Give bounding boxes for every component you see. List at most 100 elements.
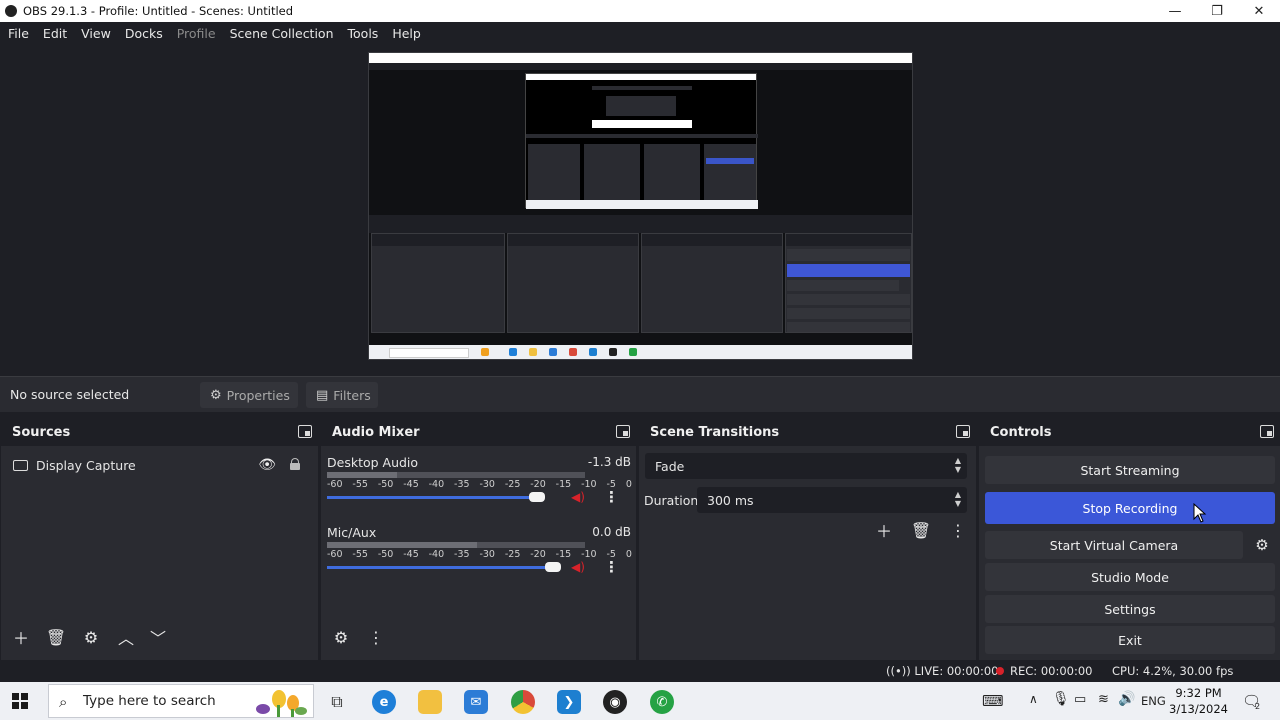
sources-title: Sources	[12, 424, 71, 440]
volume-slider[interactable]	[327, 562, 561, 572]
more-options-icon[interactable]: ⋮	[604, 488, 619, 506]
mail-icon[interactable]: ✉	[464, 690, 488, 714]
taskbar-clock[interactable]: 9:32 PM 3/13/2024	[1169, 685, 1228, 717]
scene-transitions-title: Scene Transitions	[650, 424, 780, 440]
edge-browser-icon[interactable]: e	[372, 690, 396, 714]
language-indicator[interactable]: ENG	[1141, 694, 1166, 708]
properties-label: Properties	[226, 387, 290, 403]
gear-icon: ⚙	[210, 387, 222, 403]
duration-spinbox[interactable]: 300 ms ▲ ▼	[697, 487, 967, 513]
start-virtual-camera-button[interactable]: Start Virtual Camera	[985, 531, 1243, 559]
menu-scene-collection[interactable]: Scene Collection	[224, 26, 340, 41]
file-explorer-icon[interactable]	[418, 690, 442, 714]
remove-transition-button[interactable]: 🗑	[906, 517, 936, 543]
meter-tick-label: -35	[454, 549, 470, 560]
start-streaming-button[interactable]: Start Streaming	[985, 456, 1275, 484]
menu-view[interactable]: View	[75, 26, 117, 41]
virtual-camera-settings-button[interactable]: ⚙	[1247, 531, 1277, 559]
meter-tick-label: -35	[454, 479, 470, 490]
vscode-icon[interactable]: ❯	[557, 690, 581, 714]
trash-icon: 🗑	[45, 627, 67, 647]
add-transition-button[interactable]: ＋	[869, 517, 899, 543]
more-options-icon[interactable]: ⋮	[604, 558, 619, 576]
eye-icon[interactable]: 👁	[258, 457, 276, 473]
move-down-button[interactable]: ﹀	[143, 624, 173, 650]
task-view-icon[interactable]: ⧉	[325, 690, 349, 714]
studio-mode-button[interactable]: Studio Mode	[985, 563, 1275, 591]
status-bar: ((•)) LIVE: 00:00:00 REC: 00:00:00 CPU: …	[0, 660, 1280, 682]
meter-tick-label: -25	[504, 549, 521, 560]
meter-tick-label: -45	[403, 479, 419, 490]
undock-icon[interactable]	[956, 425, 970, 438]
source-item[interactable]: Display Capture 👁	[1, 454, 318, 476]
volume-slider[interactable]	[327, 492, 545, 502]
spin-arrows-icon[interactable]: ▲ ▼	[955, 490, 961, 508]
menu-edit[interactable]: Edit	[37, 26, 73, 41]
windows-start-icon[interactable]	[12, 693, 28, 709]
menu-tools[interactable]: Tools	[342, 26, 385, 41]
source-properties-button[interactable]: ⚙	[76, 624, 106, 650]
meter-tick-label: 0	[625, 479, 632, 490]
slider-thumb[interactable]	[545, 562, 561, 572]
audio-mixer-dock: Audio Mixer Desktop Audio -1.3 dB -60 -55…	[320, 418, 636, 660]
menu-help[interactable]: Help	[386, 26, 427, 41]
add-source-button[interactable]: ＋	[6, 624, 36, 650]
clock-date: 3/13/2024	[1169, 702, 1228, 716]
speaker-muted-icon[interactable]: ◀)	[571, 560, 585, 574]
menu-profile[interactable]: Profile	[171, 26, 222, 41]
slider-thumb[interactable]	[528, 492, 545, 502]
speaker-muted-icon[interactable]: ◀)	[571, 490, 585, 504]
clock-time: 9:32 PM	[1175, 686, 1222, 700]
obs-taskbar-icon[interactable]: ◉	[603, 690, 627, 714]
battery-icon[interactable]: ▭	[1074, 692, 1086, 707]
properties-button[interactable]: ⚙ Properties	[200, 382, 298, 408]
meter-tick-label: -50	[377, 479, 394, 490]
advanced-audio-button[interactable]: ⚙	[326, 624, 356, 650]
taskbar-search-box[interactable]: ⌕ Type here to search	[48, 684, 314, 718]
minimize-button[interactable]: —	[1154, 0, 1196, 22]
whatsapp-icon[interactable]: ✆	[650, 690, 674, 714]
move-up-button[interactable]: ︿	[111, 624, 141, 650]
wifi-icon[interactable]: ≋	[1098, 692, 1109, 707]
filters-label: Filters	[333, 387, 371, 403]
keyboard-icon[interactable]: ⌨	[982, 692, 1004, 710]
undock-icon[interactable]	[616, 425, 630, 438]
source-name: Display Capture	[36, 457, 136, 473]
gear-icon: ⚙	[83, 627, 99, 647]
filters-button[interactable]: ▤ Filters	[306, 382, 378, 408]
menu-docks[interactable]: Docks	[119, 26, 169, 41]
microphone-icon[interactable]: 🎙	[1052, 691, 1070, 707]
gears-icon: ⚙	[333, 627, 349, 647]
notification-count: 2	[1255, 702, 1261, 711]
channel-name: Mic/Aux	[327, 525, 377, 540]
exit-button[interactable]: Exit	[985, 626, 1275, 654]
duration-label: Duration	[644, 493, 699, 508]
undock-icon[interactable]	[1260, 425, 1274, 438]
remove-source-button[interactable]: 🗑	[41, 624, 71, 650]
record-dot-icon	[996, 667, 1004, 675]
channel-name: Desktop Audio	[327, 455, 419, 470]
transition-menu-button[interactable]: ⋮	[943, 517, 973, 543]
chevron-up-icon[interactable]: ∧	[1029, 692, 1038, 706]
preview-canvas[interactable]	[368, 52, 913, 360]
volume-icon[interactable]: 🔊	[1118, 691, 1135, 707]
mixer-menu-button[interactable]: ⋮	[361, 624, 391, 650]
transition-select[interactable]: Fade ▲ ▼	[645, 453, 967, 479]
chrome-browser-icon[interactable]	[511, 690, 535, 714]
search-placeholder: Type here to search	[83, 693, 216, 709]
volume-meter	[327, 542, 585, 548]
controls-title: Controls	[990, 424, 1052, 440]
close-button[interactable]: ✕	[1238, 0, 1280, 22]
meter-tick-label: -40	[428, 549, 445, 560]
menu-file[interactable]: File	[2, 26, 35, 41]
undock-icon[interactable]	[298, 425, 312, 438]
meter-tick-label: -25	[504, 479, 521, 490]
settings-button[interactable]: Settings	[985, 595, 1275, 623]
lock-icon[interactable]	[290, 458, 300, 470]
meter-tick-label: 0	[625, 549, 632, 560]
gear-icon: ⚙	[1255, 536, 1269, 554]
mouse-cursor-icon	[1193, 503, 1207, 523]
meter-tick-label: -30	[479, 479, 495, 490]
stop-recording-button[interactable]: Stop Recording	[985, 492, 1275, 524]
restore-button[interactable]: ❐	[1196, 0, 1238, 22]
